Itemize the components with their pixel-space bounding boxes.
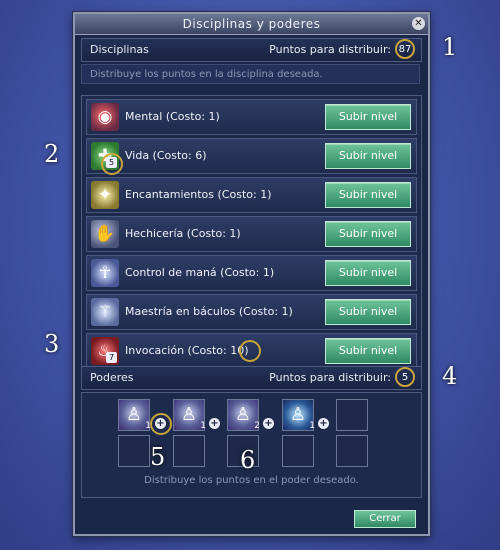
level-up-button-vida[interactable]: Subir nivel [325,143,411,169]
power-level: 2 [254,421,260,431]
disciplines-hint: Distribuye los puntos en la disciplina d… [81,64,420,84]
discipline-label: Vida (Costo: 6) [125,149,207,162]
discipline-label: Hechicería (Costo: 1) [125,227,241,240]
highlight-ring [239,340,261,362]
add-point-icon[interactable]: + [155,418,166,429]
level-up-button-control-mana[interactable]: Subir nivel [325,260,411,286]
discipline-row-hechiceria: ✋ Hechicería (Costo: 1) Subir nivel [86,216,417,252]
power-level: 1 [309,421,315,431]
mage-figure-icon: ☥ [91,259,119,287]
powers-hint: Distribuye los puntos en el poder desead… [144,475,359,486]
level-up-button-invocacion[interactable]: Subir nivel [325,338,411,364]
powers-title: Poderes [90,371,134,384]
close-icon[interactable]: ✕ [412,17,425,30]
discipline-row-invocacion: ♨ 7 Invocación (Costo: 10) Subir nivel [86,333,417,369]
powers-panel: ♙ 1 + ♙ 1 + ♙ 2 + ♙ 1 + Distribuye los p… [81,392,422,498]
discipline-row-control-mana: ☥ Control de maná (Costo: 1) Subir nivel [86,255,417,291]
raised-hand-icon: ✋ [91,220,119,248]
power-slot-empty[interactable] [173,435,205,467]
discipline-label: Invocación (Costo: 10) [125,344,249,357]
window-title: Disciplinas y poderes [182,17,321,31]
highlight-ring [101,153,123,175]
power-slot-empty[interactable] [336,435,368,467]
discipline-label: Mental (Costo: 1) [125,110,220,123]
level-up-button-maestria-baculos[interactable]: Subir nivel [325,299,411,325]
window-titlebar[interactable]: Disciplinas y poderes [75,14,428,35]
callout-number: 4 [442,362,458,390]
discipline-level-badge: 7 [106,352,117,363]
callout-number: 6 [240,446,256,474]
disciplines-points-value: 87 [395,39,415,59]
discipline-label: Encantamientos (Costo: 1) [125,188,272,201]
power-slot-empty[interactable] [336,399,368,431]
brain-eye-icon: ◉ [91,103,119,131]
close-button[interactable]: Cerrar [354,510,416,528]
discipline-row-vida: ✚ 5 Vida (Costo: 6) Subir nivel [86,138,417,175]
powers-points-value: 5 [395,367,415,387]
staff-icon: ⚚ [91,298,119,326]
discipline-label: Control de maná (Costo: 1) [125,266,275,279]
power-slot-empty[interactable] [282,435,314,467]
power-level: 1 [200,421,206,431]
callout-number: 1 [442,33,458,61]
callout-number: 5 [150,443,166,471]
power-slot[interactable]: ♙ 1 [118,399,151,431]
powers-points-label: Puntos para distribuir: [269,371,391,384]
power-slot[interactable]: ♙ 1 [173,399,206,431]
sparkle-orb-icon: ✦ [91,181,119,209]
disciplines-points-label: Puntos para distribuir: [269,43,391,56]
powers-header: Poderes Puntos para distribuir: 5 [81,366,422,390]
discipline-row-maestria-baculos: ⚚ Maestría en báculos (Costo: 1) Subir n… [86,294,417,330]
add-point-icon[interactable]: + [318,418,329,429]
disciplines-header: Disciplinas Puntos para distribuir: 87 [81,38,422,62]
level-up-button-hechiceria[interactable]: Subir nivel [325,221,411,247]
disciplines-title: Disciplinas [90,43,149,56]
power-slot-empty[interactable] [118,435,150,467]
disciplines-list: ◉ Mental (Costo: 1) Subir nivel ✚ 5 Vida… [81,95,422,374]
power-slot[interactable]: ♙ 1 [282,399,315,431]
callout-number: 3 [44,330,60,358]
power-slot[interactable]: ♙ 2 [227,399,260,431]
add-point-icon[interactable]: + [263,418,274,429]
level-up-button-mental[interactable]: Subir nivel [325,104,411,130]
callout-number: 2 [44,140,60,168]
add-point-icon[interactable]: + [209,418,220,429]
discipline-row-encantamientos: ✦ Encantamientos (Costo: 1) Subir nivel [86,177,417,213]
level-up-button-encantamientos[interactable]: Subir nivel [325,182,411,208]
discipline-label: Maestría en báculos (Costo: 1) [125,305,293,318]
discipline-row-mental: ◉ Mental (Costo: 1) Subir nivel [86,99,417,135]
